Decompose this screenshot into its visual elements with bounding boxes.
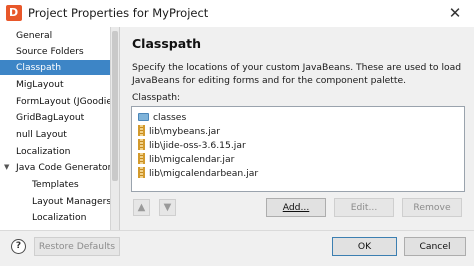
- window-title: Project Properties for MyProject: [28, 6, 209, 20]
- help-icon[interactable]: ?: [11, 239, 26, 254]
- classpath-entry: lib\mybeans.jar: [149, 126, 221, 137]
- sidebar-item-miglayout[interactable]: MigLayout: [0, 77, 110, 92]
- sidebar-item-layout-managers[interactable]: Layout Managers: [0, 194, 110, 209]
- sidebar-item-gridbaglayout[interactable]: GridBagLayout: [0, 110, 110, 125]
- classpath-entry: lib\migcalendar.jar: [149, 154, 235, 165]
- list-item[interactable]: lib\jide-oss-3.6.15.jar: [138, 139, 246, 152]
- sidebar-scrollbar[interactable]: [111, 27, 120, 230]
- page-title: Classpath: [132, 36, 202, 51]
- scrollbar-thumb[interactable]: [112, 31, 118, 181]
- sidebar-item-source-folders[interactable]: Source Folders: [0, 44, 110, 59]
- chevron-down-icon[interactable]: ▼: [4, 160, 9, 175]
- page-description: Specify the locations of your custom Jav…: [132, 62, 462, 86]
- ok-button[interactable]: OK: [332, 237, 397, 256]
- list-item[interactable]: lib\mybeans.jar: [138, 125, 220, 138]
- classpath-entry: lib\migcalendarbean.jar: [149, 168, 259, 179]
- classpath-list[interactable]: classes lib\mybeans.jar lib\jide-oss-3.6…: [131, 106, 465, 192]
- sidebar-item-templates[interactable]: Templates: [0, 177, 110, 192]
- jar-icon: [138, 153, 145, 164]
- move-down-button[interactable]: ▼: [159, 199, 176, 216]
- move-up-button[interactable]: ▲: [133, 199, 150, 216]
- folder-icon: [138, 112, 149, 121]
- add-button[interactable]: Add...: [266, 198, 326, 217]
- classpath-entry: classes: [153, 112, 187, 123]
- cancel-button[interactable]: Cancel: [404, 237, 466, 256]
- sidebar-item-label: Java Code Generator: [16, 162, 111, 173]
- edit-button[interactable]: Edit...: [334, 198, 394, 217]
- title-bar: D Project Properties for MyProject ✕: [0, 0, 474, 27]
- settings-category-tree: General Source Folders Classpath MigLayo…: [0, 27, 111, 230]
- sidebar-item-classpath[interactable]: Classpath: [0, 60, 110, 75]
- sidebar-item-general[interactable]: General: [0, 28, 110, 43]
- jar-icon: [138, 167, 145, 178]
- list-item[interactable]: classes: [138, 111, 186, 124]
- list-item[interactable]: lib\migcalendarbean.jar: [138, 167, 258, 180]
- restore-defaults-button[interactable]: Restore Defaults: [34, 237, 120, 256]
- app-logo-letter: D: [9, 6, 19, 19]
- classpath-label: Classpath:: [132, 92, 181, 103]
- jar-icon: [138, 125, 145, 136]
- arrow-down-icon: ▼: [163, 202, 172, 213]
- arrow-up-icon: ▲: [137, 202, 146, 213]
- classpath-entry: lib\jide-oss-3.6.15.jar: [149, 140, 246, 151]
- jar-icon: [138, 139, 145, 150]
- list-item[interactable]: lib\migcalendar.jar: [138, 153, 234, 166]
- sidebar-item-localization[interactable]: Localization: [0, 144, 110, 159]
- project-properties-dialog: D Project Properties for MyProject ✕ Gen…: [0, 0, 474, 266]
- sidebar-item-java-code-generator[interactable]: ▼ Java Code Generator: [0, 160, 111, 175]
- app-logo-icon: D: [6, 5, 22, 21]
- sidebar-item-null-layout[interactable]: null Layout: [0, 127, 110, 142]
- remove-button[interactable]: Remove: [402, 198, 462, 217]
- add-button-label: Add...: [282, 202, 310, 213]
- close-icon[interactable]: ✕: [438, 0, 472, 26]
- sidebar-item-generator-localization[interactable]: Localization: [0, 210, 110, 225]
- sidebar-item-formlayout[interactable]: FormLayout (JGoodies): [0, 94, 110, 109]
